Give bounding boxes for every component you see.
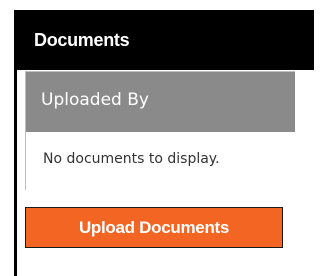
panel-title: Documents	[17, 13, 314, 70]
upload-documents-button[interactable]: Upload Documents	[25, 207, 283, 248]
column-header-uploaded-by[interactable]: Uploaded By	[26, 72, 295, 132]
empty-state-message: No documents to display.	[26, 132, 295, 190]
documents-table: Uploaded By No documents to display.	[25, 71, 295, 190]
